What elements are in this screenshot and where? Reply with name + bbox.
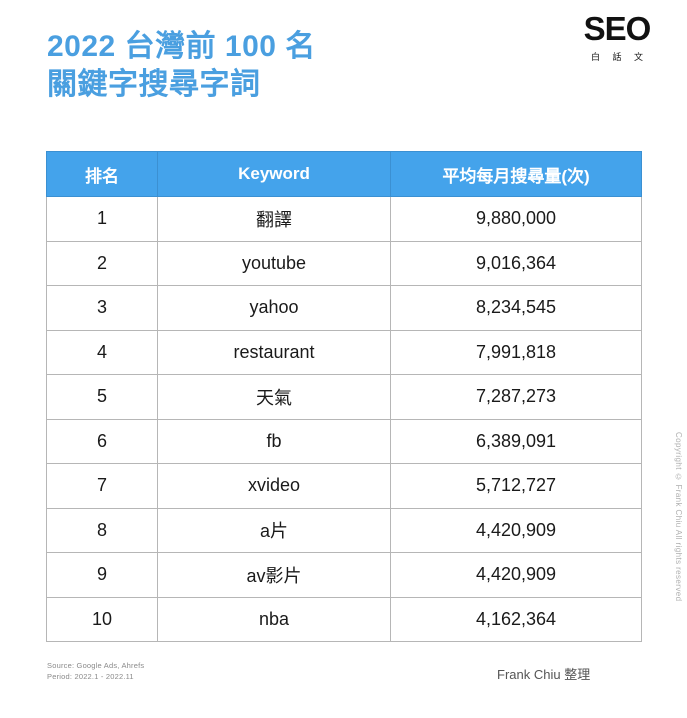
table-body: 1 翻譯 9,880,000 2 youtube 9,016,364 3 yah… bbox=[46, 196, 642, 642]
column-header-volume: 平均每月搜尋量(次) bbox=[390, 151, 642, 197]
author-credit: Frank Chiu 整理 bbox=[497, 667, 591, 682]
cell-rank: 2 bbox=[46, 240, 158, 286]
cell-rank: 5 bbox=[46, 374, 158, 420]
column-header-rank: 排名 bbox=[46, 151, 158, 197]
cell-keyword: 天氣 bbox=[157, 374, 391, 420]
column-header-keyword: Keyword bbox=[157, 151, 391, 197]
infographic-page: 2022 台灣前 100 名 關鍵字搜尋字詞 SEO 白 話 文 排名 Keyw… bbox=[0, 0, 687, 718]
cell-rank: 9 bbox=[46, 552, 158, 598]
cell-volume: 7,991,818 bbox=[390, 329, 642, 375]
cell-keyword: restaurant bbox=[157, 329, 391, 375]
header: 2022 台灣前 100 名 關鍵字搜尋字詞 SEO 白 話 文 bbox=[0, 0, 687, 140]
page-title: 2022 台灣前 100 名 關鍵字搜尋字詞 bbox=[47, 28, 517, 104]
table-row: 4 restaurant 7,991,818 bbox=[46, 329, 642, 375]
cell-volume: 9,016,364 bbox=[390, 240, 642, 286]
table-row: 10 nba 4,162,364 bbox=[46, 596, 642, 642]
cell-rank: 7 bbox=[46, 463, 158, 509]
source-line: Source: Google Ads, Ahrefs bbox=[47, 661, 145, 670]
cell-keyword: nba bbox=[157, 596, 391, 642]
cell-rank: 1 bbox=[46, 196, 158, 242]
cell-rank: 8 bbox=[46, 507, 158, 553]
cell-volume: 4,420,909 bbox=[390, 552, 642, 598]
cell-keyword: av影片 bbox=[157, 552, 391, 598]
cell-volume: 7,287,273 bbox=[390, 374, 642, 420]
keyword-table-container: 排名 Keyword 平均每月搜尋量(次) 1 翻譯 9,880,000 2 y… bbox=[46, 151, 642, 642]
table-row: 6 fb 6,389,091 bbox=[46, 418, 642, 464]
cell-rank: 3 bbox=[46, 285, 158, 331]
cell-keyword: 翻譯 bbox=[157, 196, 391, 242]
keyword-table: 排名 Keyword 平均每月搜尋量(次) 1 翻譯 9,880,000 2 y… bbox=[46, 151, 642, 642]
cell-volume: 4,420,909 bbox=[390, 507, 642, 553]
table-row: 1 翻譯 9,880,000 bbox=[46, 196, 642, 242]
table-header: 排名 Keyword 平均每月搜尋量(次) bbox=[46, 151, 642, 197]
table-row: 9 av影片 4,420,909 bbox=[46, 552, 642, 598]
cell-keyword: a片 bbox=[157, 507, 391, 553]
table-row: 3 yahoo 8,234,545 bbox=[46, 285, 642, 331]
cell-keyword: yahoo bbox=[157, 285, 391, 331]
table-row: 5 天氣 7,287,273 bbox=[46, 374, 642, 420]
cell-keyword: fb bbox=[157, 418, 391, 464]
cell-rank: 4 bbox=[46, 329, 158, 375]
copyright-notice: Copyright © Frank Chiu All rights reserv… bbox=[674, 432, 683, 602]
cell-rank: 10 bbox=[46, 596, 158, 642]
table-row: 7 xvideo 5,712,727 bbox=[46, 463, 642, 509]
cell-rank: 6 bbox=[46, 418, 158, 464]
source-note: Source: Google Ads, Ahrefs Period: 2022.… bbox=[47, 660, 144, 682]
seo-logo: SEO 白 話 文 bbox=[569, 12, 665, 63]
cell-keyword: xvideo bbox=[157, 463, 391, 509]
period-line: Period: 2022.1 - 2022.11 bbox=[47, 672, 134, 681]
title-line-1: 2022 台灣前 100 名 bbox=[47, 30, 316, 63]
title-line-2: 關鍵字搜尋字詞 bbox=[47, 68, 261, 101]
cell-volume: 5,712,727 bbox=[390, 463, 642, 509]
table-row: 2 youtube 9,016,364 bbox=[46, 240, 642, 286]
table-header-row: 排名 Keyword 平均每月搜尋量(次) bbox=[46, 151, 642, 197]
cell-volume: 9,880,000 bbox=[390, 196, 642, 242]
cell-keyword: youtube bbox=[157, 240, 391, 286]
table-row: 8 a片 4,420,909 bbox=[46, 507, 642, 553]
cell-volume: 6,389,091 bbox=[390, 418, 642, 464]
logo-wordmark: SEO bbox=[583, 10, 652, 47]
cell-volume: 4,162,364 bbox=[390, 596, 642, 642]
cell-volume: 8,234,545 bbox=[390, 285, 642, 331]
logo-tagline: 白 話 文 bbox=[590, 52, 648, 62]
